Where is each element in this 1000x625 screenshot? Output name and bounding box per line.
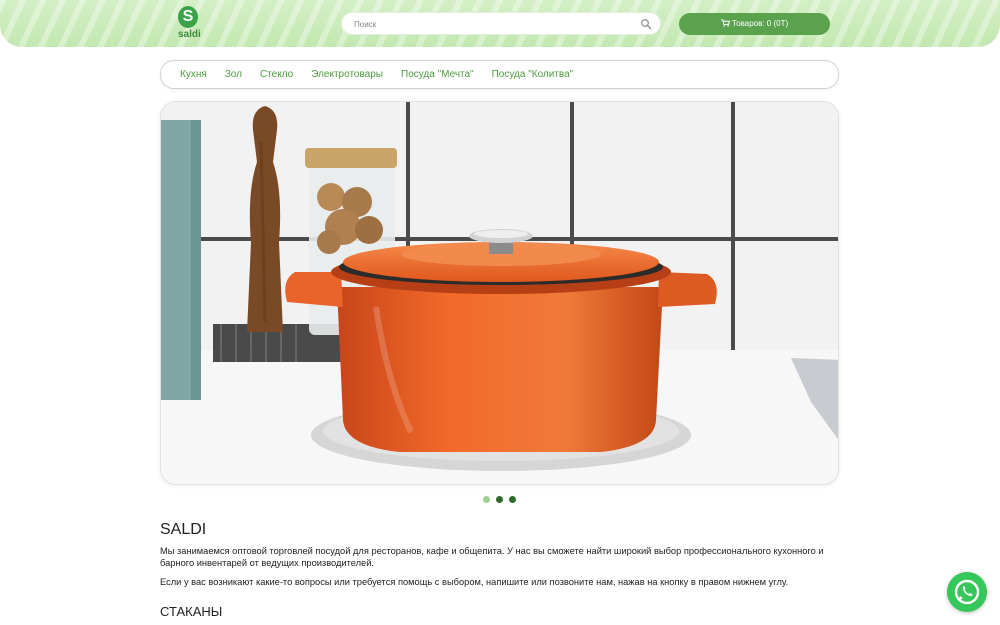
carousel-dot-1[interactable] [483,496,490,503]
cart-button[interactable]: Товаров: 0 (0Т) [679,13,830,35]
contact-paragraph: Если у вас возникают какие-то вопросы ил… [160,577,789,587]
hero-carousel[interactable] [160,101,839,485]
search-icon[interactable] [640,18,652,30]
nav-item-kitchen[interactable]: Кухня [180,69,207,80]
cart-label: Товаров: 0 (0Т) [731,19,789,28]
nav-item-glass[interactable]: Стекло [260,69,293,80]
hero-image [161,102,838,484]
intro-paragraph: Мы занимаемся оптовой торговлей посудой … [160,546,824,568]
nav-item-zol[interactable]: Зол [225,69,242,80]
logo[interactable]: S saldi [172,6,204,42]
carousel-dot-2[interactable] [496,496,503,503]
search-input[interactable] [354,16,624,32]
carousel-dots [483,496,523,504]
page-title: SALDI [160,521,207,538]
nav-item-kolitva-cookware[interactable]: Посуда "Колитва" [492,69,574,80]
logo-mark: S [178,6,198,28]
cart-icon [720,19,730,27]
carousel-dot-3[interactable] [509,496,516,503]
whatsapp-button[interactable] [947,572,987,612]
category-nav: Кухня Зол Стекло Электротовары Посуда "М… [160,60,839,89]
nav-item-electronics[interactable]: Электротовары [311,69,383,80]
whatsapp-icon [954,579,980,605]
site-header: S saldi Товаров: 0 (0Т) [0,0,1000,47]
search-bar [341,12,661,35]
logo-text: saldi [178,29,201,40]
section-title: СТАКАНЫ [160,604,223,619]
nav-item-dream-cookware[interactable]: Посуда "Мечта" [401,69,474,80]
